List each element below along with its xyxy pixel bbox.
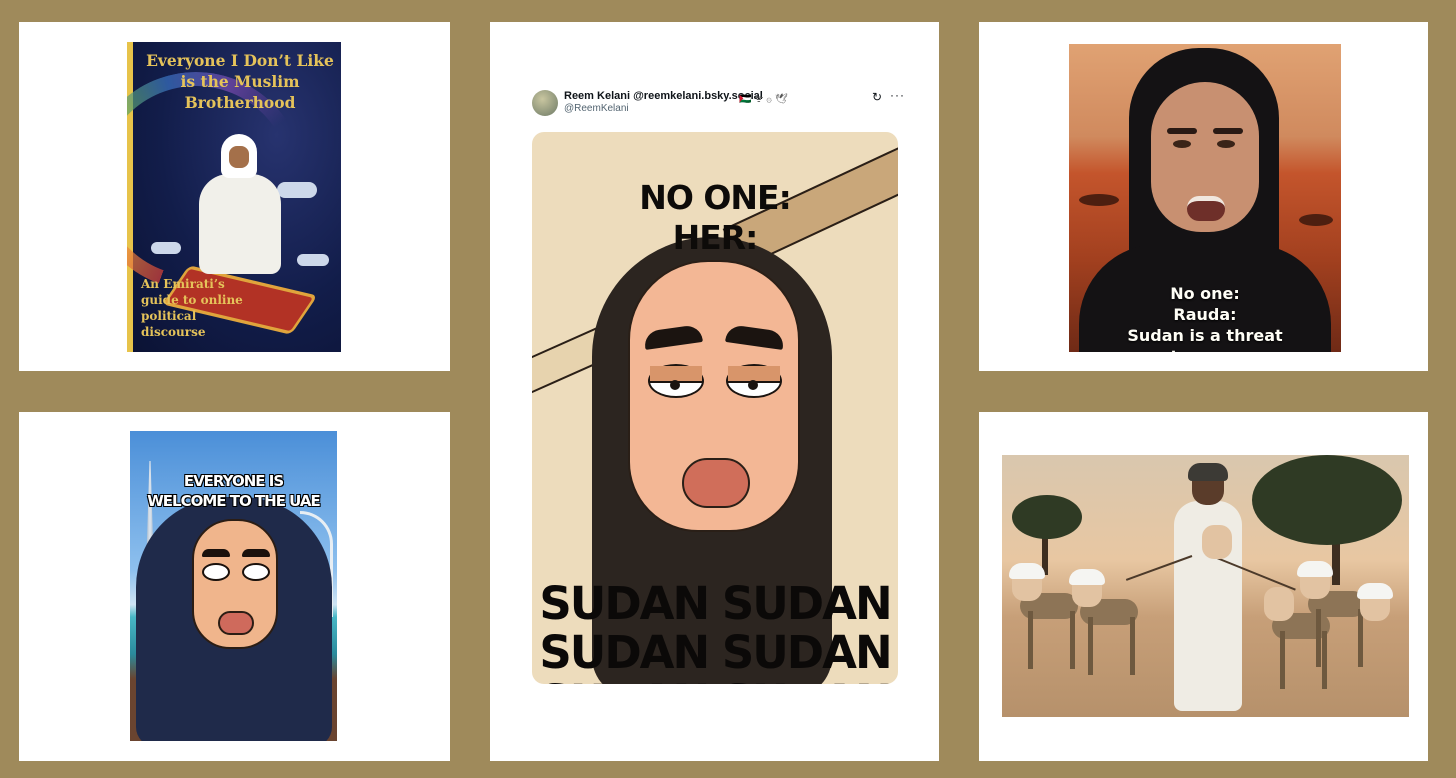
tweet: Reem Kelani @reemkelani.bsky.social 🇵🇸 ᯤ… [522, 82, 910, 710]
meme-repeat-text: SUDAN SUDAN SUDAN SUDAN SUDAN SUDAN [539, 577, 892, 684]
author-name[interactable]: Reem Kelani @reemkelani.bsky.social [564, 90, 763, 102]
video-caption: No one: Rauda: Sudan is a threat to mars [1127, 284, 1283, 352]
cartoon-face [628, 260, 800, 532]
dog-walk-image [1002, 455, 1409, 717]
book-cover-card: Everyone I Don’t Like is the Muslim Brot… [19, 22, 450, 371]
meme-image[interactable]: NO ONE: HER: SUDAN SUDAN SUDAN SUDAN SUD… [532, 132, 898, 684]
seated-figure [189, 134, 289, 274]
book-cover-image: Everyone I Don’t Like is the Muslim Brot… [127, 42, 341, 352]
refresh-icon[interactable]: ↻ [872, 90, 882, 104]
mars-video-card: No one: Rauda: Sudan is a threat to mars [979, 22, 1428, 371]
tweet-card: Reem Kelani @reemkelani.bsky.social 🇵🇸 ᯤ… [490, 22, 939, 761]
cartoon-caption: EVERYONE IS WELCOME TO THE UAE [147, 472, 321, 510]
avatar[interactable] [532, 90, 558, 116]
cartoon-face [192, 519, 278, 649]
uae-cartoon-card: EVERYONE IS WELCOME TO THE UAE [19, 412, 450, 761]
more-options-icon[interactable]: ··· [890, 88, 905, 102]
woman-face [1151, 82, 1259, 232]
book-title: Everyone I Don’t Like is the Muslim Brot… [146, 51, 334, 112]
uae-cartoon-image: EVERYONE IS WELCOME TO THE UAE [130, 431, 337, 741]
cloud [151, 242, 181, 254]
author-handle[interactable]: @ReemKelani [564, 103, 629, 114]
dog-walk-card [979, 412, 1428, 761]
walking-man [1174, 463, 1242, 713]
author-flags: 🇵🇸 ᯤ ۞ 🕊 [739, 94, 788, 105]
cloud [297, 254, 329, 266]
book-subtitle: An Emirati’s guide to online political d… [141, 277, 243, 339]
mars-video-image: No one: Rauda: Sudan is a threat to mars [1069, 44, 1341, 352]
meme-caption: NO ONE: HER: [639, 178, 792, 257]
